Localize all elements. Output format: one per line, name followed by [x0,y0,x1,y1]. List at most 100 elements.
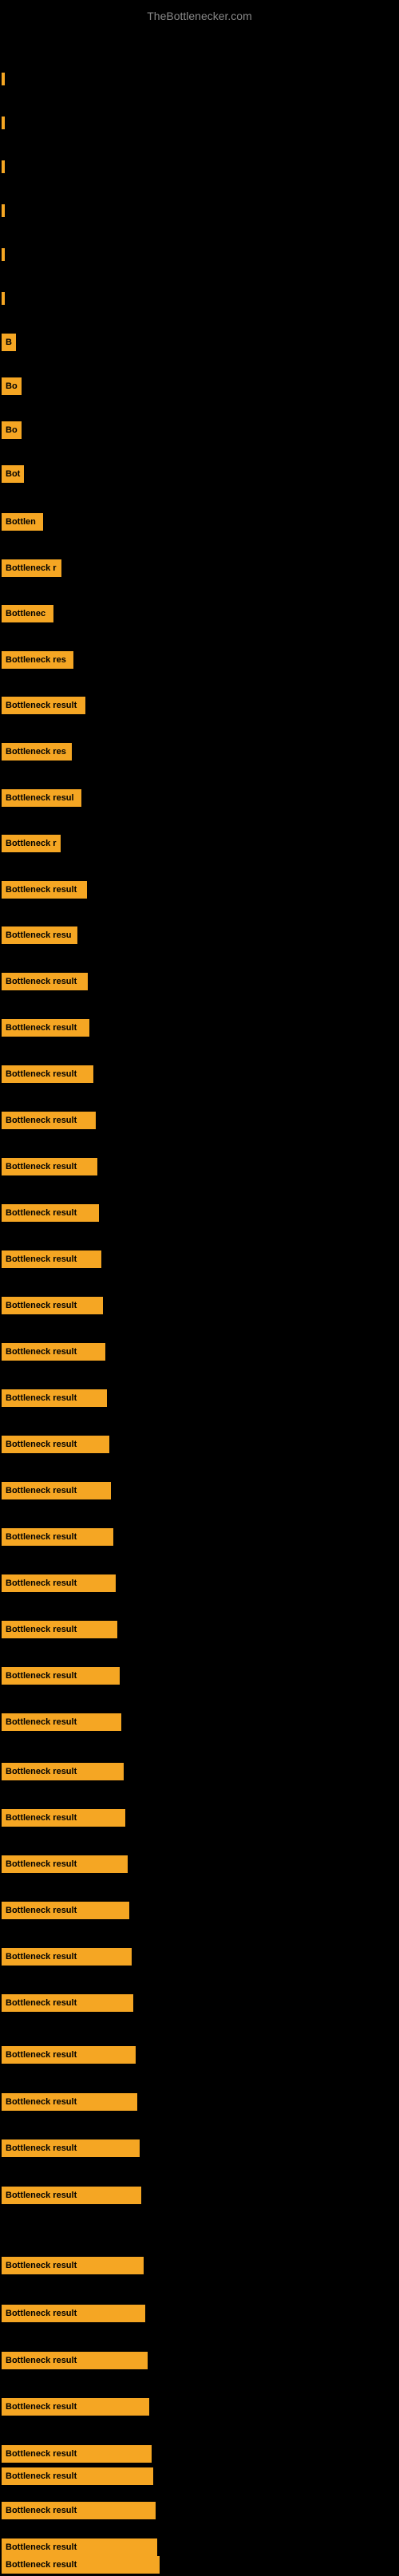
bar-row: Bottleneck result [0,1760,399,1783]
bar-row: Bottleneck result [0,2184,399,2207]
bar-label: Bottleneck result [2,2556,160,2574]
bar-label: Bottleneck result [2,1994,133,2012]
bar-tiny [2,204,5,217]
bar-tiny [2,160,5,173]
bar-row: Bottleneck result [0,2302,399,2325]
bar-row: Bottleneck result [0,970,399,993]
bar-label: Bottleneck result [2,2257,144,2274]
bar-row: Bottleneck result [0,1665,399,1687]
bar-row: Bottleneck result [0,1202,399,1224]
bar-row: B [0,331,399,354]
bar-row: Bottlen [0,511,399,533]
bar-label: Bottleneck result [2,2352,148,2369]
bar-row: Bottleneck result [0,1480,399,1502]
bar-row: Bottleneck result [0,1341,399,1363]
bar-label: Bottleneck result [2,1158,97,1175]
bar-row: Bottleneck result [0,1294,399,1317]
bar-row: Bottleneck r [0,557,399,579]
bar-row: Bot [0,463,399,485]
bar-row: Bottleneck result [0,1946,399,1968]
bar-row: Bottleneck result [0,1899,399,1922]
bar-row: Bottleneck result [0,2137,399,2159]
bar-label: Bottleneck result [2,1019,89,1037]
bar-row: Bottleneck result [0,1807,399,1829]
bar-row: Bottleneck res [0,649,399,671]
bar-label: Bottleneck result [2,2305,145,2322]
bar-row: Bottleneck result [0,1387,399,1409]
bar-label: Bottleneck result [2,1809,125,1827]
bar-row: Bottleneck result [0,2044,399,2066]
bar-row: Bottleneck result [0,2499,399,2522]
bar-label: Bottleneck res [2,743,72,761]
bar-label: Bottleneck result [2,1436,109,1453]
bar-row: Bottleneck result [0,1109,399,1132]
bar-row: Bottleneck result [0,2554,399,2576]
site-title: TheBottlenecker.com [0,3,399,29]
bar-row: Bottleneck result [0,1711,399,1733]
bar-label: Bottleneck result [2,1713,121,1731]
bar-label: Bottleneck r [2,835,61,852]
bar-tiny [2,292,5,305]
bar-label: Bottleneck result [2,1855,128,1873]
bar-row: Bottleneck result [0,2443,399,2465]
bar-label: Bottleneck result [2,2139,140,2157]
bar-row [0,112,399,134]
bar-label: Bottleneck result [2,1902,129,1919]
bar-label: B [2,334,16,351]
bar-label: Bottleneck result [2,1574,116,1592]
bar-row: Bottleneck result [0,1017,399,1039]
bar-label: Bottlenec [2,605,53,622]
bar-label: Bottleneck result [2,1297,103,1314]
bar-label: Bottleneck res [2,651,73,669]
bar-row [0,200,399,222]
bar-row: Bottleneck result [0,1618,399,1641]
bar-label: Bottlen [2,513,43,531]
bar-label: Bottleneck result [2,2093,137,2111]
bar-label: Bottleneck result [2,2502,156,2519]
bar-label: Bo [2,421,22,439]
bar-label: Bottleneck result [2,2187,141,2204]
bar-label: Bottleneck result [2,2046,136,2064]
bar-label: Bottleneck result [2,1667,120,1685]
bar-label: Bottleneck result [2,697,85,714]
bar-tiny [2,248,5,261]
bar-row: Bottleneck result [0,694,399,717]
bar-label: Bottleneck result [2,1065,93,1083]
bar-row [0,243,399,266]
bar-row: Bottleneck result [0,2091,399,2113]
bar-label: Bottleneck r [2,559,61,577]
bar-row [0,68,399,90]
bar-label: Bottleneck result [2,2398,149,2416]
bar-label: Bottleneck result [2,1621,117,1638]
bar-label: Bottleneck result [2,1250,101,1268]
bar-label: Bottleneck result [2,881,87,899]
bar-row: Bottlenec [0,603,399,625]
bar-label: Bottleneck result [2,1482,111,1499]
bar-row: Bottleneck result [0,2254,399,2277]
bar-row: Bo [0,375,399,397]
bar-label: Bottleneck result [2,1948,132,1966]
bar-label: Bottleneck result [2,2445,152,2463]
bar-row: Bottleneck result [0,1526,399,1548]
bar-row: Bottleneck r [0,832,399,855]
bar-row: Bottleneck resu [0,924,399,946]
bar-tiny [2,117,5,129]
bar-row: Bottleneck result [0,1572,399,1594]
bar-label: Bottleneck result [2,1528,113,1546]
bar-row [0,156,399,178]
bar-row: Bottleneck res [0,741,399,763]
bar-tiny [2,73,5,85]
bar-row [0,287,399,310]
bar-row: Bottleneck result [0,2349,399,2372]
bar-row: Bottleneck result [0,2396,399,2418]
bar-label: Bottleneck result [2,1204,99,1222]
bar-row: Bottleneck result [0,1433,399,1456]
bar-row: Bottleneck result [0,1248,399,1270]
bar-label: Bottleneck result [2,2467,153,2485]
bar-label: Bottleneck result [2,1389,107,1407]
bar-label: Bottleneck result [2,1343,105,1361]
bar-row: Bo [0,419,399,441]
bar-row: Bottleneck resul [0,787,399,809]
bar-row: Bottleneck result [0,1063,399,1085]
bar-label: Bottleneck result [2,1112,96,1129]
